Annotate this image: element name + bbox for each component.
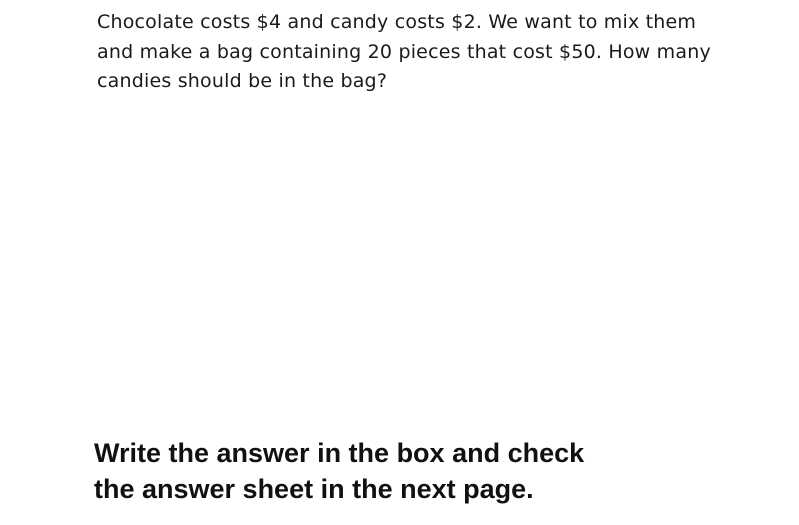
question-text: Chocolate costs $4 and candy costs $2. W… [97, 8, 747, 97]
instruction-line: the answer sheet in the next page. [94, 474, 534, 504]
question-line: Chocolate costs $4 and candy costs $2. W… [97, 11, 697, 33]
question-line: candies should be in the bag? [97, 70, 388, 92]
question-line: and make a bag containing 20 pieces that… [97, 40, 711, 63]
instruction-line: Write the answer in the box and check [94, 438, 585, 468]
instruction-text: Write the answer in the box and check th… [94, 435, 744, 507]
